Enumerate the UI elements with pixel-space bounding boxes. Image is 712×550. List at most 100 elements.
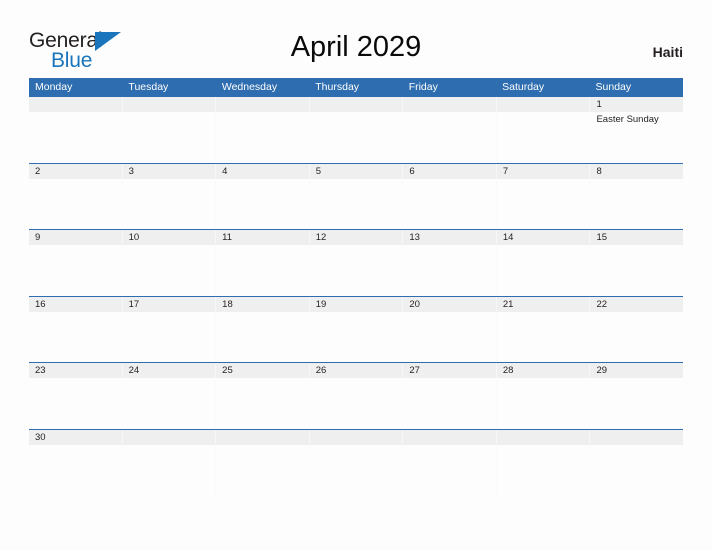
day-cell[interactable] <box>123 112 217 163</box>
week-row: 16 17 18 19 20 21 22 <box>29 295 683 363</box>
page-header: General Blue April 2029 Haiti <box>0 0 712 78</box>
day-number[interactable] <box>310 97 404 112</box>
day-number[interactable]: 25 <box>216 363 310 378</box>
day-cell[interactable] <box>310 245 404 296</box>
day-number[interactable] <box>497 429 591 445</box>
day-cell[interactable] <box>403 178 497 230</box>
day-cell[interactable] <box>403 444 497 496</box>
day-cell[interactable] <box>29 245 123 296</box>
day-cell[interactable] <box>590 378 683 429</box>
day-number[interactable]: 27 <box>403 363 497 378</box>
day-cell[interactable] <box>497 444 591 496</box>
day-cell[interactable] <box>590 445 683 496</box>
week-row: 30 <box>29 428 683 496</box>
day-number[interactable]: 6 <box>403 163 497 179</box>
day-cell[interactable] <box>310 311 404 363</box>
day-cell[interactable] <box>497 245 591 296</box>
weekday-header-row: Monday Tuesday Wednesday Thursday Friday… <box>29 78 683 96</box>
day-cell[interactable] <box>403 378 497 429</box>
week-event-band <box>29 378 683 429</box>
day-number[interactable]: 4 <box>216 163 310 179</box>
day-number[interactable]: 24 <box>123 363 217 378</box>
day-number[interactable]: 26 <box>310 363 404 378</box>
day-number[interactable]: 7 <box>497 163 591 179</box>
day-number[interactable] <box>403 429 497 445</box>
day-number[interactable] <box>123 429 217 445</box>
day-number[interactable]: 21 <box>497 296 591 312</box>
day-number[interactable]: 20 <box>403 296 497 312</box>
weekday-saturday: Saturday <box>502 81 545 93</box>
day-cell[interactable] <box>590 245 683 296</box>
day-cell[interactable] <box>590 179 683 230</box>
day-number[interactable]: 9 <box>29 230 123 245</box>
day-number[interactable]: 14 <box>497 230 591 245</box>
day-number[interactable]: 23 <box>29 363 123 378</box>
day-number[interactable]: 13 <box>403 230 497 245</box>
country-label: Haiti <box>652 44 683 60</box>
week-event-band <box>29 444 683 496</box>
day-number[interactable]: 3 <box>123 163 217 179</box>
day-number[interactable] <box>216 429 310 445</box>
day-cell[interactable] <box>590 312 683 363</box>
day-cell[interactable] <box>29 112 123 163</box>
day-cell[interactable] <box>403 245 497 296</box>
day-cell[interactable] <box>216 112 310 163</box>
day-cell[interactable] <box>403 311 497 363</box>
day-number[interactable]: 19 <box>310 296 404 312</box>
day-cell[interactable] <box>497 311 591 363</box>
day-cell[interactable] <box>403 112 497 163</box>
day-number[interactable]: 28 <box>497 363 591 378</box>
day-number[interactable]: 1 <box>590 97 683 112</box>
week-date-band: 30 <box>29 429 683 445</box>
week-date-band: 9 10 11 12 13 14 15 <box>29 230 683 245</box>
week-date-band: 23 24 25 26 27 28 29 <box>29 363 683 378</box>
day-cell[interactable] <box>123 245 217 296</box>
day-cell[interactable] <box>216 444 310 496</box>
day-number[interactable]: 18 <box>216 296 310 312</box>
week-date-band: 16 17 18 19 20 21 22 <box>29 296 683 312</box>
day-number[interactable]: 10 <box>123 230 217 245</box>
day-number[interactable]: 2 <box>29 163 123 179</box>
day-number[interactable]: 12 <box>310 230 404 245</box>
day-cell[interactable] <box>29 444 123 496</box>
day-cell[interactable] <box>216 378 310 429</box>
day-number[interactable] <box>310 429 404 445</box>
day-cell[interactable] <box>29 178 123 230</box>
day-cell[interactable] <box>216 245 310 296</box>
day-cell[interactable] <box>497 178 591 230</box>
day-cell[interactable] <box>310 112 404 163</box>
week-event-band <box>29 178 683 230</box>
day-cell[interactable] <box>29 378 123 429</box>
day-number[interactable]: 22 <box>590 297 683 312</box>
day-number[interactable] <box>29 97 123 112</box>
day-number[interactable] <box>590 430 683 445</box>
day-cell[interactable] <box>29 311 123 363</box>
day-number[interactable]: 16 <box>29 296 123 312</box>
day-cell[interactable] <box>216 311 310 363</box>
week-event-band <box>29 245 683 296</box>
day-number[interactable]: 8 <box>590 164 683 179</box>
day-cell[interactable] <box>497 112 591 163</box>
day-cell[interactable] <box>123 311 217 363</box>
day-cell[interactable] <box>497 378 591 429</box>
day-number[interactable]: 29 <box>590 363 683 378</box>
day-number[interactable]: 5 <box>310 163 404 179</box>
day-number[interactable]: 15 <box>590 230 683 245</box>
day-number[interactable]: 17 <box>123 296 217 312</box>
day-number[interactable] <box>216 97 310 112</box>
day-number[interactable] <box>403 97 497 112</box>
day-cell[interactable] <box>310 378 404 429</box>
day-number[interactable] <box>497 97 591 112</box>
day-cell[interactable] <box>310 178 404 230</box>
day-cell[interactable] <box>123 378 217 429</box>
week-row: 23 24 25 26 27 28 29 <box>29 362 683 429</box>
day-cell[interactable] <box>310 444 404 496</box>
day-cell[interactable] <box>216 178 310 230</box>
day-cell[interactable] <box>123 444 217 496</box>
day-number[interactable] <box>123 97 217 112</box>
day-number[interactable]: 11 <box>216 230 310 245</box>
day-number[interactable]: 30 <box>29 429 123 445</box>
week-row: 1 Easter Sunday <box>29 96 683 163</box>
day-cell[interactable] <box>123 178 217 230</box>
day-cell[interactable]: Easter Sunday <box>590 112 683 163</box>
